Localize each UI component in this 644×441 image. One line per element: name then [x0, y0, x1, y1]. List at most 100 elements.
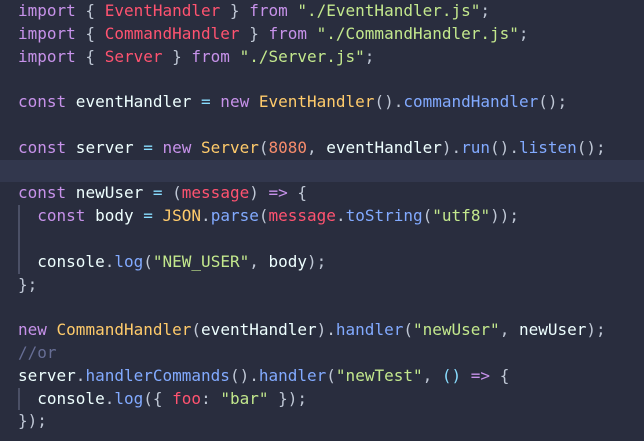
code-token: new	[210, 92, 259, 112]
code-token: ({	[143, 388, 173, 408]
code-token: import	[18, 1, 76, 20]
code-text: console.log("NEW_USER", body);	[18, 251, 326, 274]
code-line[interactable]: const server = new Server(8080, eventHan…	[0, 137, 644, 160]
indent-guide	[18, 205, 20, 274]
code-token: =>	[268, 183, 288, 203]
code-token: ;	[518, 23, 529, 43]
code-token: {	[490, 365, 510, 385]
code-token: from	[268, 23, 307, 43]
code-token: message	[181, 183, 250, 203]
code-token: {	[75, 46, 105, 66]
code-token: ,	[249, 251, 269, 271]
code-token: import	[18, 46, 76, 66]
code-token: (	[422, 206, 433, 226]
code-token: //or	[18, 343, 57, 362]
code-token: newUser	[518, 320, 587, 340]
code-token: from	[249, 1, 288, 20]
code-token: =	[201, 92, 211, 112]
code-token: =	[143, 206, 153, 226]
code-token: console	[18, 251, 105, 271]
code-token: .	[104, 388, 115, 408]
code-token: handler	[258, 365, 327, 385]
code-token: newUser	[66, 183, 153, 203]
code-line[interactable]	[0, 68, 644, 91]
code-token: }	[239, 23, 269, 43]
code-token: commandHandler	[403, 92, 539, 112]
code-token: (	[143, 251, 153, 271]
code-token: ();	[538, 92, 568, 112]
code-line[interactable]	[0, 159, 644, 183]
code-token: JSON	[152, 206, 202, 226]
code-token: const	[18, 92, 67, 112]
code-token: 8080	[268, 137, 308, 157]
code-token: Server	[104, 46, 163, 66]
code-token: "./Server.js"	[229, 46, 365, 66]
code-token: ).	[316, 320, 336, 340]
code-text: //or	[18, 342, 57, 365]
code-token: const	[18, 183, 67, 203]
code-token: =>	[461, 365, 491, 385]
code-token: {	[75, 1, 105, 20]
code-line[interactable]: console.log("NEW_USER", body);	[0, 251, 644, 274]
code-token: "./EventHandler.js"	[287, 1, 481, 20]
code-text: const newUser = (message) => {	[18, 182, 307, 205]
code-token: "bar"	[220, 388, 269, 408]
code-line[interactable]: const newUser = (message) => {	[0, 182, 644, 205]
code-token: :	[201, 388, 221, 408]
code-line[interactable]: import { EventHandler } from "./EventHan…	[0, 0, 644, 23]
code-token: Server	[201, 137, 259, 157]
code-token: body	[268, 251, 308, 271]
code-line[interactable]	[0, 114, 644, 137]
code-token: log	[114, 388, 144, 408]
code-token: log	[114, 251, 144, 271]
code-line[interactable]: };	[0, 274, 644, 297]
code-token: "newTest"	[335, 365, 423, 385]
code-token: toString	[345, 206, 423, 226]
code-token: .	[201, 206, 211, 226]
code-token: body	[85, 206, 144, 226]
code-token: {	[287, 183, 308, 203]
code-token: {	[75, 23, 105, 43]
code-token: );	[586, 320, 606, 340]
code-token: foo	[172, 388, 202, 408]
code-token: ,	[499, 320, 519, 340]
code-editor[interactable]: import { EventHandler } from "./EventHan…	[0, 0, 644, 441]
code-token: listen	[518, 137, 577, 157]
code-line[interactable]: });	[0, 410, 644, 433]
code-token: =	[143, 137, 153, 157]
code-token: import	[18, 23, 76, 43]
code-line[interactable]: import { CommandHandler } from "./Comman…	[0, 23, 644, 46]
code-text: };	[18, 274, 37, 297]
code-token: });	[268, 388, 308, 408]
code-text: });	[18, 410, 47, 433]
code-line[interactable]: const eventHandler = new EventHandler().…	[0, 91, 644, 114]
code-line[interactable]: server.handlerCommands().handler("newTes…	[0, 365, 644, 388]
code-token: EventHandler	[104, 1, 221, 20]
code-token: ().	[374, 92, 404, 112]
code-line[interactable]: console.log({ foo: "bar" });	[0, 388, 644, 411]
code-text: import { CommandHandler } from "./Comman…	[18, 23, 529, 46]
code-token: }	[162, 46, 192, 66]
code-token: =	[152, 183, 163, 203]
code-token: (	[258, 206, 269, 226]
code-line[interactable]	[0, 296, 644, 319]
code-line[interactable]: import { Server } from "./Server.js";	[0, 46, 644, 69]
code-token: handler	[335, 320, 404, 340]
code-text: const body = JSON.parse(message.toString…	[18, 205, 519, 228]
code-token: ().	[490, 137, 519, 157]
code-text: import { Server } from "./Server.js";	[18, 46, 374, 69]
code-token: run	[461, 137, 491, 157]
code-line[interactable]: //or	[0, 342, 644, 365]
code-token: eventHandler	[66, 92, 202, 112]
code-token: server	[18, 365, 76, 385]
code-token: EventHandler	[258, 92, 375, 112]
code-line[interactable]: const body = JSON.parse(message.toString…	[0, 205, 644, 228]
code-token: .	[75, 365, 86, 385]
code-token: );	[307, 251, 327, 271]
code-line[interactable]	[0, 228, 644, 251]
code-token: ;	[364, 46, 375, 66]
code-token: (	[191, 320, 202, 340]
code-line[interactable]: new CommandHandler(eventHandler).handler…	[0, 319, 644, 342]
code-token: ().	[229, 365, 259, 385]
code-token: new	[18, 320, 47, 340]
